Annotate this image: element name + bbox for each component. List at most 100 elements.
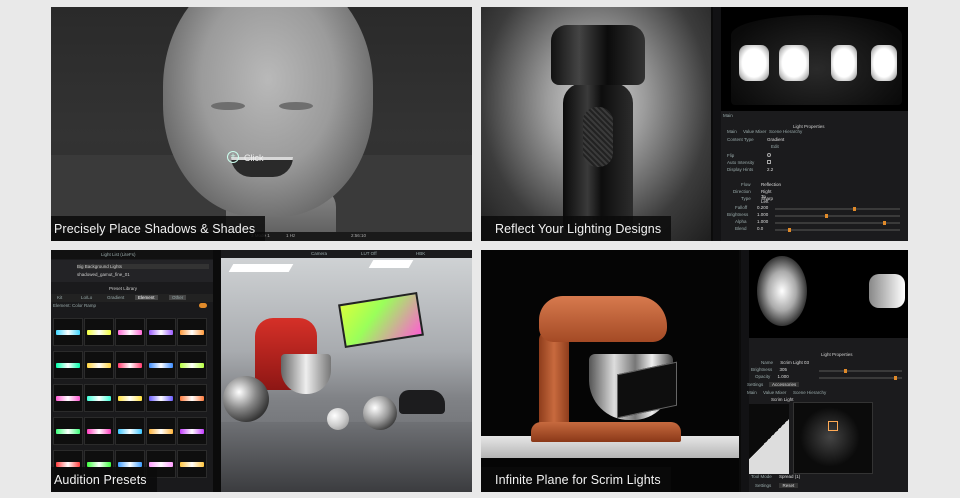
tab-other[interactable]: Other — [169, 295, 187, 300]
prop-brightness[interactable]: Brightness 1.000 — [727, 212, 768, 217]
preset-swatch[interactable] — [177, 318, 207, 346]
preset-swatch[interactable] — [53, 318, 83, 346]
shaver-grip — [583, 107, 613, 167]
preset-swatch[interactable] — [146, 417, 176, 445]
car — [399, 390, 445, 414]
audition-panel: Light List (LiteFs) Big Background Light… — [51, 250, 472, 492]
prop-flip[interactable]: Flip — [727, 153, 771, 158]
light-shape[interactable] — [779, 45, 809, 81]
tab-lolo[interactable]: Lo/Lo — [81, 295, 92, 300]
bust-head — [163, 7, 373, 217]
prop-brightness[interactable]: Brightness 305 — [751, 367, 787, 372]
preset-swatch[interactable] — [115, 351, 145, 379]
light-list-item[interactable]: shadowed_gamut_fine_01 — [77, 272, 130, 277]
falloff-curve[interactable] — [749, 404, 789, 474]
blend-slider[interactable] — [775, 228, 900, 232]
sub-tab-scene-hierarchy[interactable]: Scene Hierarchy — [793, 390, 826, 395]
preset-swatch[interactable] — [53, 417, 83, 445]
preset-browser: Light List (LiteFs) Big Background Light… — [51, 250, 213, 492]
alpha-slider[interactable] — [775, 221, 900, 225]
preset-swatch[interactable] — [146, 384, 176, 412]
preset-swatch[interactable] — [84, 384, 114, 412]
tab-settings[interactable]: Settings — [747, 382, 763, 387]
preset-swatch[interactable] — [177, 384, 207, 412]
falloff-slider[interactable] — [775, 207, 900, 211]
prop-falloff[interactable]: Falloff 0.200 — [735, 205, 768, 210]
settings-row[interactable]: Settings Reset — [755, 483, 799, 488]
light-shape[interactable] — [869, 274, 905, 308]
shadows-panel: + Click 3 Mode 1 1 Hz 2:56:10 Precisely … — [51, 7, 472, 241]
status-rate: 1 Hz — [286, 233, 296, 238]
preset-swatch[interactable] — [177, 351, 207, 379]
tool-mode[interactable]: Tool Mode Spread (1) — [751, 474, 800, 479]
header-tab[interactable]: Main — [723, 113, 733, 118]
content-type-value[interactable]: Scrim Light — [771, 397, 794, 402]
tab-scene-hierarchy[interactable]: Scene Hierarchy — [769, 129, 802, 134]
prop-direction[interactable]: Direction Right To Left — [733, 189, 772, 204]
shaver-render — [481, 7, 711, 241]
light-shape[interactable] — [757, 256, 807, 326]
light-list: Big Background Lights shadowed_gamut_fin… — [51, 260, 213, 282]
preset-swatch[interactable] — [146, 318, 176, 346]
light-shape[interactable] — [871, 45, 897, 81]
hdri-canvas[interactable] — [749, 250, 908, 338]
camera-menu[interactable]: Camera — [311, 251, 327, 256]
prop-blend[interactable]: Blend 0.0 — [735, 226, 763, 231]
filter-toggle[interactable] — [199, 303, 207, 308]
light-shape[interactable] — [739, 45, 769, 81]
mixer-arm — [539, 330, 569, 436]
tab-element[interactable]: Element — [135, 295, 158, 300]
scrim-preview[interactable] — [793, 402, 873, 474]
gradient-softbox[interactable] — [338, 292, 424, 348]
light-shape[interactable] — [831, 45, 857, 81]
tab-accessories[interactable]: Accessories — [769, 382, 800, 387]
crosshair-icon[interactable]: + — [227, 151, 239, 163]
brightness-slider[interactable] — [775, 214, 900, 218]
tab-value-mixer[interactable]: Value Mixer — [743, 129, 766, 134]
light-handle-icon[interactable] — [828, 421, 838, 431]
edit-button[interactable]: Edit — [771, 144, 779, 149]
light-editor: Main Light Properties Main Value Mixer S… — [713, 7, 908, 241]
preset-swatch[interactable] — [146, 351, 176, 379]
preset-swatch[interactable] — [84, 318, 114, 346]
ceiling-light — [228, 264, 294, 272]
opacity-slider[interactable] — [819, 376, 902, 380]
mixer-head — [539, 296, 667, 342]
white-ball — [327, 408, 349, 430]
tab-main[interactable]: Main — [727, 129, 737, 134]
light-list-item[interactable]: Big Background Lights — [77, 264, 209, 269]
sub-tab-main[interactable]: Main — [747, 390, 757, 395]
tool-strip[interactable] — [741, 250, 749, 492]
preset-swatch[interactable] — [53, 384, 83, 412]
prop-auto-intensity[interactable]: Auto Intensity — [727, 160, 771, 165]
prop-name[interactable]: Name Scrim Light 03 — [761, 360, 809, 365]
tab-gradient[interactable]: Gradient — [107, 295, 124, 300]
lut-menu[interactable]: LUT Off — [361, 251, 377, 256]
preset-swatch[interactable] — [115, 318, 145, 346]
brightness-slider[interactable] — [819, 369, 902, 373]
scrim-editor: Light Properties Name Scrim Light 03 Bri… — [741, 250, 908, 492]
preset-swatch[interactable] — [177, 417, 207, 445]
prop-alpha[interactable]: Alpha 1.000 — [735, 219, 768, 224]
preset-swatch[interactable] — [84, 417, 114, 445]
scrim-panel: Light Properties Name Scrim Light 03 Bri… — [481, 250, 908, 492]
hdri-canvas[interactable] — [721, 7, 908, 111]
preset-swatch[interactable] — [115, 417, 145, 445]
prop-type[interactable]: Type Sharp — [741, 196, 773, 201]
tool-strip[interactable] — [713, 7, 721, 241]
preset-swatch[interactable] — [115, 384, 145, 412]
preset-swatch[interactable] — [53, 351, 83, 379]
prop-content-type[interactable]: Content Type Gradient — [727, 137, 784, 142]
tab-kit[interactable]: Kit — [57, 295, 62, 300]
filter-label[interactable]: Element: Color Ramp — [53, 303, 96, 308]
hbk-menu[interactable]: HBK — [416, 251, 425, 256]
caption-scrim: Infinite Plane for Scrim Lights — [481, 467, 671, 492]
prop-opacity[interactable]: Opacity 1.000 — [755, 374, 789, 379]
preset-swatch[interactable] — [84, 351, 114, 379]
chrome-ball — [223, 376, 269, 422]
prop-display-hints[interactable]: Display Hints 2.2 — [727, 167, 773, 172]
preset-swatch[interactable] — [177, 450, 207, 478]
studio-render: Camera LUT Off HBK — [221, 250, 472, 492]
prop-flow[interactable]: Flow Reflection — [741, 182, 781, 187]
sub-tab-value-mixer[interactable]: Value Mixer — [763, 390, 786, 395]
